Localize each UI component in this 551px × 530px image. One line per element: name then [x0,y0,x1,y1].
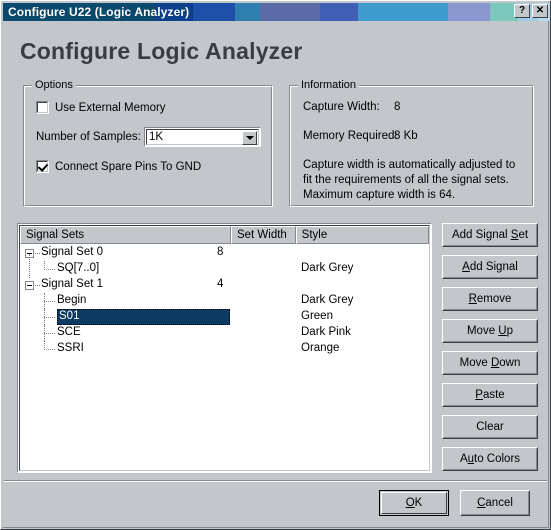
table-row[interactable]: S01 Green [20,309,429,325]
signal-name-cell: SCE [57,326,81,338]
information-note: Capture width is automatically adjusted … [303,159,516,201]
table-row[interactable]: SSRI Orange [20,341,429,357]
signal-name-cell: SSRI [57,342,84,354]
memory-required-value: 8 Kb [394,130,418,142]
style-cell: Orange [301,342,340,354]
connect-spare-pins-label: Connect Spare Pins To GND [55,160,202,173]
capture-width-value: 8 [394,101,401,113]
footer-divider [4,480,547,482]
number-of-samples-combobox[interactable]: 1K [144,127,261,147]
ok-button[interactable]: OK [379,490,449,516]
paste-button[interactable]: Paste [442,383,538,407]
information-group: Information Capture Width: 8 Memory Requ… [289,79,534,207]
tree-connector [44,317,55,318]
use-external-memory-checkbox[interactable] [36,101,49,114]
set-width-cell: 8 [217,246,224,258]
signal-name-cell: Signal Set 0 [41,246,104,258]
number-of-samples-label: Number of Samples: [36,131,141,143]
style-cell: Dark Grey [301,262,354,274]
cancel-button[interactable]: Cancel [460,490,530,516]
tree-connector [44,325,45,341]
tree-connector [35,253,40,254]
style-cell: Dark Grey [301,294,354,306]
listview-column-header[interactable]: Set Width [230,226,296,244]
titlebar-segment [193,3,235,21]
signal-sets-listview-inner: Signal Sets Set Width Style Signal Set 08S… [19,225,430,471]
titlebar[interactable]: Configure U22 (Logic Analyzer) ? ✕ [3,3,550,21]
signal-name-cell: SQ[7..0] [57,262,100,274]
options-group: Options Use External Memory Number of Sa… [23,79,273,207]
auto-colors-button[interactable]: Auto Colors [442,447,538,471]
move-up-button[interactable]: Move Up [442,319,538,343]
titlebar-segment [358,3,448,21]
style-cell: Dark Pink [301,326,351,338]
titlebar-buttons: ? ✕ [514,4,548,18]
memory-required-label: Memory Required: [303,130,398,142]
tree-connector [35,285,40,286]
tree-connector [44,301,55,302]
connect-spare-pins-checkbox-row[interactable]: Connect Spare Pins To GND [36,160,201,173]
capture-width-label: Capture Width: [303,101,380,113]
add-signal-button[interactable]: Add Signal [442,255,538,279]
number-of-samples-value: 1K [149,131,164,143]
connect-spare-pins-checkbox[interactable] [36,160,49,173]
table-row[interactable]: Begin Dark Grey [20,293,429,309]
listview-header[interactable]: Signal Sets Set Width Style [20,226,429,244]
help-icon[interactable]: ? [514,4,530,18]
table-row[interactable]: SCE Dark Pink [20,325,429,341]
tree-connector [44,269,55,270]
table-row[interactable]: Signal Set 1 4 [20,277,429,293]
style-cell: Green [301,310,333,322]
clear-button[interactable]: Clear [442,415,538,439]
information-group-legend: Information [298,79,360,91]
page-title: Configure Logic Analyzer [20,38,303,64]
use-external-memory-checkbox-row[interactable]: Use External Memory [36,101,166,114]
remove-button[interactable]: Remove [442,287,538,311]
use-external-memory-label: Use External Memory [55,101,166,114]
tree-connector [44,333,55,334]
table-row[interactable]: Signal Set 0 8 [20,245,429,261]
listview-column-header[interactable]: Signal Sets [20,226,231,244]
titlebar-title: Configure U22 (Logic Analyzer) [8,5,190,19]
selected-row-highlight[interactable]: S01 [57,309,230,325]
move-down-button[interactable]: Move Down [442,351,538,375]
signal-sets-listview[interactable]: Signal Sets Set Width Style Signal Set 08S… [17,223,432,473]
set-width-cell: 4 [217,278,224,290]
tree-connector [44,261,45,270]
chevron-down-icon [245,136,254,140]
titlebar-segment [260,3,320,21]
tree-connector [44,349,55,350]
titlebar-segment [448,3,490,21]
titlebar-segment [320,3,358,21]
signal-name-cell: Signal Set 1 [41,278,104,290]
dialog-window: Configure U22 (Logic Analyzer) ? ✕ Confi… [0,0,551,530]
combobox-dropdown-button[interactable] [242,131,257,145]
signal-name-cell: Begin [57,294,87,306]
tree-collapse-icon[interactable] [25,281,34,290]
listview-body[interactable]: Signal Set 0 8 SQ[7..0] Dark Grey Signal Set… [20,244,429,470]
table-row[interactable]: SQ[7..0] Dark Grey [20,261,429,277]
listview-column-header[interactable]: Style [295,226,429,244]
tree-connector [44,341,45,350]
add-signal-set-button[interactable]: Add Signal Set [442,223,538,247]
signal-name-cell: S01 [59,310,80,322]
tree-connector [44,309,45,325]
options-group-legend: Options [32,79,76,91]
close-icon[interactable]: ✕ [532,4,548,18]
titlebar-segment [235,3,260,21]
tree-connector [29,254,30,278]
tree-connector [44,293,45,309]
